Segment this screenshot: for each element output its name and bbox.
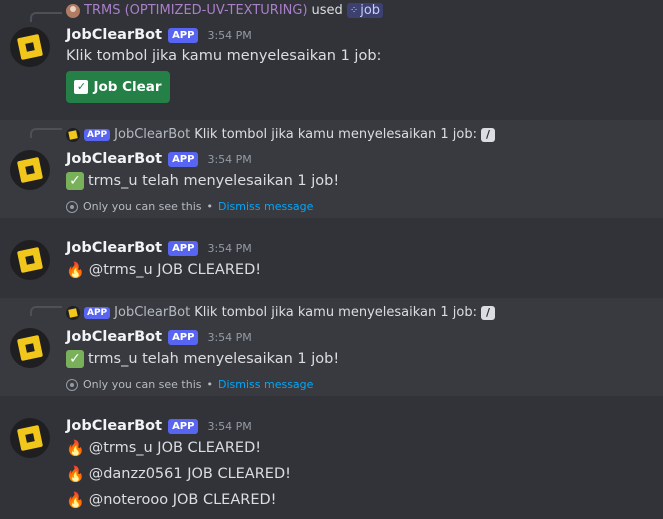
slash-command-icon: / [480,127,495,142]
timestamp: 3:54 PM [207,241,252,255]
dismiss-message-link[interactable]: Dismiss message [218,200,313,213]
used-text: used [311,3,343,18]
bot-avatar[interactable] [10,328,50,368]
reply-text: Klik tombol jika kamu menyelesaikan 1 jo… [194,127,477,142]
fire-icon: 🔥 [66,439,85,457]
message-header: JobClearBot APP 3:54 PM [66,329,252,345]
message-line: Klik tombol jika kamu menyelesaikan 1 jo… [66,48,382,64]
message-text: 🔥 @noterooo JOB CLEARED! [66,491,276,509]
message-header: JobClearBot APP 3:54 PM [66,240,252,256]
message-5: JobClearBot APP 3:54 PM 🔥 @trms_u JOB CL… [0,408,663,519]
timestamp: 3:54 PM [207,419,252,433]
bot-avatar[interactable] [10,27,50,67]
dismiss-message-link[interactable]: Dismiss message [218,378,313,391]
app-badge: APP [168,240,199,256]
check-mark-icon: ✓ [66,172,84,190]
timestamp: 3:54 PM [207,330,252,344]
message-text: 🔥 @danzz0561 JOB CLEARED! [66,465,291,483]
message-1: TRMS (OPTIMIZED-UV-TEXTURING) used ⁘ job … [0,0,663,108]
check-box-icon: ✓ [74,80,89,94]
message-text: 🔥 @trms_u JOB CLEARED! [66,261,261,279]
bot-avatar[interactable] [10,240,50,280]
ephemeral-text: Only you can see this [83,200,202,213]
message-line: @noterooo JOB CLEARED! [88,492,277,508]
message-header: JobClearBot APP 3:54 PM [66,151,252,167]
reply-user: JobClearBot [114,305,191,320]
reply-connector [30,128,62,138]
command-reference[interactable]: TRMS (OPTIMIZED-UV-TEXTURING) used ⁘ job [66,3,384,18]
button-label: Job Clear [93,79,162,95]
separator: • [206,200,214,213]
eye-icon [66,378,78,391]
job-clear-button[interactable]: ✓ Job Clear [66,71,170,103]
reply-connector [30,306,62,316]
message-text: ✓ trms_u telah menyelesaikan 1 job! [66,350,339,368]
author-name[interactable]: JobClearBot [66,240,162,256]
message-line: @trms_u JOB CLEARED! [88,262,262,278]
message-line: @trms_u JOB CLEARED! [88,440,262,456]
app-badge: APP [168,329,199,345]
fire-icon: 🔥 [66,491,85,509]
bot-mini-avatar-icon [66,305,80,320]
message-line: @danzz0561 JOB CLEARED! [88,466,291,482]
bot-avatar[interactable] [10,418,50,458]
message-line: trms_u telah menyelesaikan 1 job! [88,351,340,367]
timestamp: 3:54 PM [207,28,252,42]
separator: • [206,378,214,391]
check-mark-icon: ✓ [66,350,84,368]
interaction-reference[interactable]: APP JobClearBot Klik tombol jika kamu me… [66,127,495,142]
ephemeral-note: Only you can see this • Dismiss message [66,378,313,391]
command-icon: ⁘ [349,5,359,16]
message-2: APP JobClearBot Klik tombol jika kamu me… [0,120,663,218]
reply-user: JobClearBot [114,127,191,142]
fire-icon: 🔥 [66,465,85,483]
message-header: JobClearBot APP 3:54 PM [66,418,252,434]
author-name[interactable]: JobClearBot [66,27,162,43]
interaction-reference[interactable]: APP JobClearBot Klik tombol jika kamu me… [66,305,495,320]
message-text: Klik tombol jika kamu menyelesaikan 1 jo… [66,48,381,64]
reply-connector [30,12,62,22]
author-name[interactable]: JobClearBot [66,418,162,434]
author-name[interactable]: JobClearBot [66,151,162,167]
timestamp: 3:54 PM [207,152,252,166]
message-header: JobClearBot APP 3:54 PM [66,27,252,43]
command-name: job [360,3,381,18]
message-3: JobClearBot APP 3:54 PM 🔥 @trms_u JOB CL… [0,230,663,290]
app-badge: APP [168,151,199,167]
command-user[interactable]: TRMS (OPTIMIZED-UV-TEXTURING) [84,3,308,18]
message-text: ✓ trms_u telah menyelesaikan 1 job! [66,172,339,190]
eye-icon [66,200,78,213]
app-badge: APP [84,306,111,319]
fire-icon: 🔥 [66,261,85,279]
ephemeral-text: Only you can see this [83,378,202,391]
message-text: 🔥 @trms_u JOB CLEARED! [66,439,261,457]
slash-command[interactable]: ⁘ job [346,3,384,18]
user-avatar-icon [66,3,80,18]
bot-mini-avatar-icon [66,127,80,142]
slash-command-icon: / [480,305,495,320]
message-4: APP JobClearBot Klik tombol jika kamu me… [0,298,663,396]
bot-avatar[interactable] [10,150,50,190]
ephemeral-note: Only you can see this • Dismiss message [66,200,313,213]
author-name[interactable]: JobClearBot [66,329,162,345]
app-badge: APP [168,27,199,43]
message-line: trms_u telah menyelesaikan 1 job! [88,173,340,189]
app-badge: APP [168,418,199,434]
reply-text: Klik tombol jika kamu menyelesaikan 1 jo… [194,305,477,320]
app-badge: APP [84,128,111,141]
